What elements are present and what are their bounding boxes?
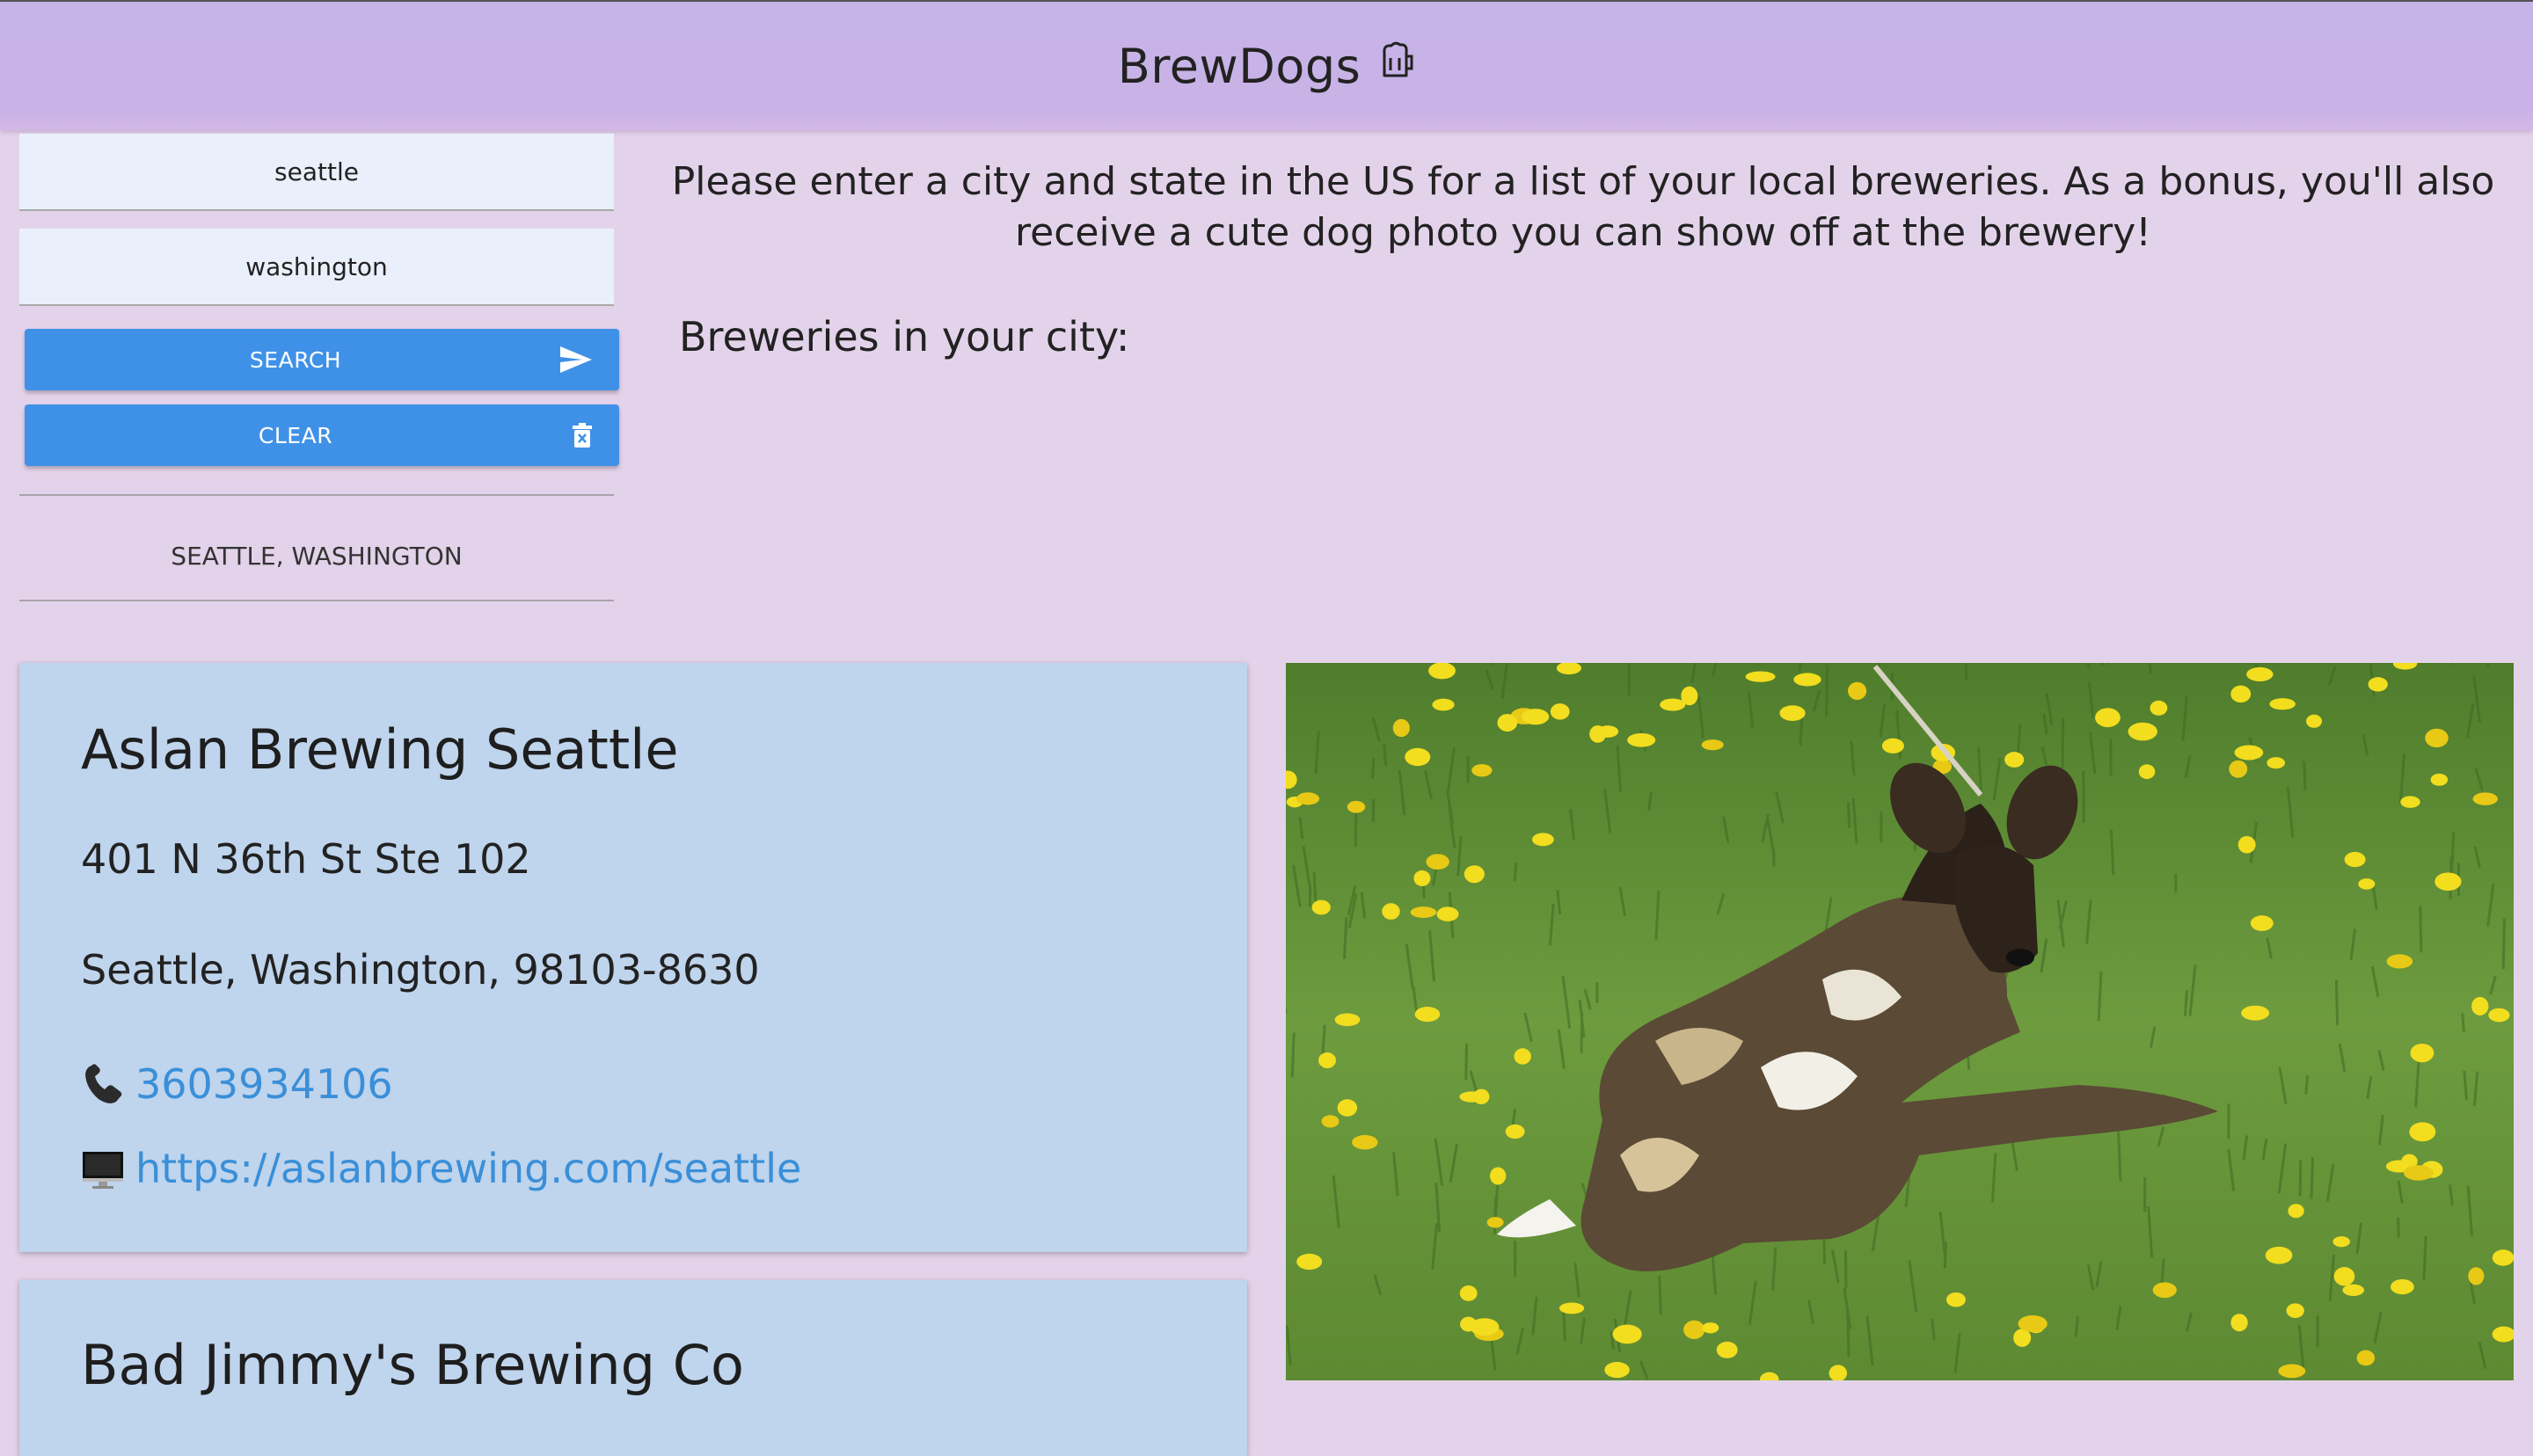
intro-text: Please enter a city and state in the US … <box>668 157 2498 258</box>
clear-button[interactable]: CLEAR <box>25 404 619 466</box>
city-input[interactable] <box>19 134 614 211</box>
dog-photo-illustration <box>1286 663 2514 1380</box>
phone-link[interactable]: 3603934106 <box>135 1060 393 1108</box>
brewery-name: Aslan Brewing Seattle <box>81 717 679 782</box>
search-button-label: SEARCH <box>250 347 341 373</box>
brewery-card: Bad Jimmy's Brewing Co <box>19 1280 1247 1456</box>
location-label: SEATTLE, WASHINGTON <box>19 542 614 571</box>
send-icon <box>559 346 593 374</box>
brewery-card: Aslan Brewing Seattle 401 N 36th St Ste … <box>19 663 1247 1252</box>
computer-icon <box>81 1147 125 1190</box>
phone-icon <box>81 1062 125 1106</box>
clear-button-label: CLEAR <box>259 423 332 448</box>
brewery-city-state-zip: Seattle, Washington, 98103-8630 <box>81 946 760 994</box>
phone-row: 3603934106 <box>81 1060 393 1108</box>
brewery-name: Bad Jimmy's Brewing Co <box>81 1333 744 1397</box>
app-title: BrewDogs <box>1118 39 1361 94</box>
breweries-heading: Breweries in your city: <box>679 313 1129 360</box>
beer-mug-icon <box>1378 40 1415 79</box>
divider <box>19 494 614 496</box>
website-row: https://aslanbrewing.com/seattle <box>81 1145 801 1192</box>
website-link[interactable]: https://aslanbrewing.com/seattle <box>135 1145 801 1192</box>
state-input[interactable] <box>19 229 614 306</box>
trash-icon <box>572 422 593 448</box>
app-header: BrewDogs <box>0 2 2533 130</box>
dog-photo <box>1286 663 2514 1380</box>
brewery-street: 401 N 36th St Ste 102 <box>81 835 531 883</box>
search-button[interactable]: SEARCH <box>25 329 619 390</box>
divider <box>19 600 614 601</box>
